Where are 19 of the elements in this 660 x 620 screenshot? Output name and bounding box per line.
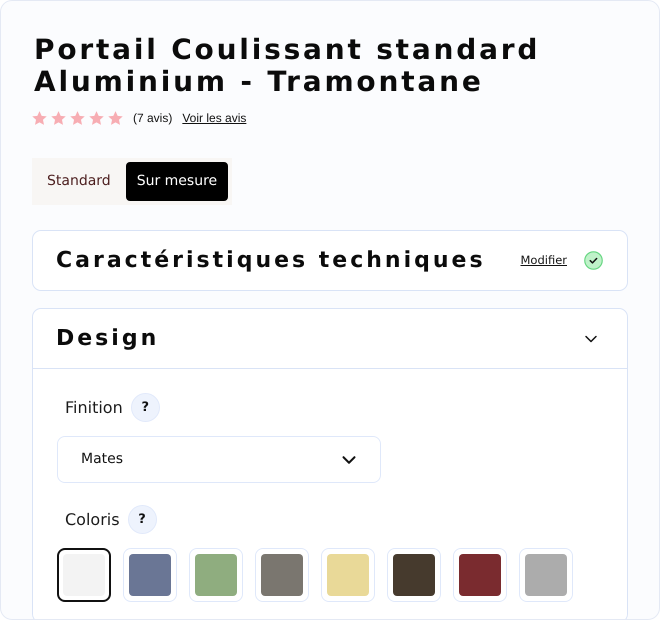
tab[interactable]: Sur mesure — [126, 162, 228, 201]
reviews-link[interactable]: Voir les avis — [182, 109, 246, 127]
star-icon — [89, 111, 104, 125]
star-icon — [70, 111, 85, 125]
help-button[interactable]: ? — [130, 393, 160, 422]
edit-link[interactable]: Modifier — [520, 252, 567, 270]
color-swatch[interactable] — [57, 548, 111, 602]
product-title: Portail Coulissant standard Aluminium - Tramontane — [33, 34, 542, 98]
star-icon — [51, 111, 66, 125]
star-icon — [108, 111, 123, 125]
review-count: (7 avis) — [133, 110, 172, 127]
help-button[interactable]: ? — [128, 505, 157, 534]
field-label: Coloris — [64, 508, 120, 530]
section-title[interactable]: Caractéristiques techniques — [56, 244, 486, 277]
tab[interactable]: Standard — [36, 162, 122, 201]
finish-select[interactable]: Mates — [57, 436, 381, 483]
field-label: Finition — [64, 396, 123, 418]
section-title[interactable]: Design — [56, 322, 160, 355]
star-icon — [32, 111, 47, 125]
